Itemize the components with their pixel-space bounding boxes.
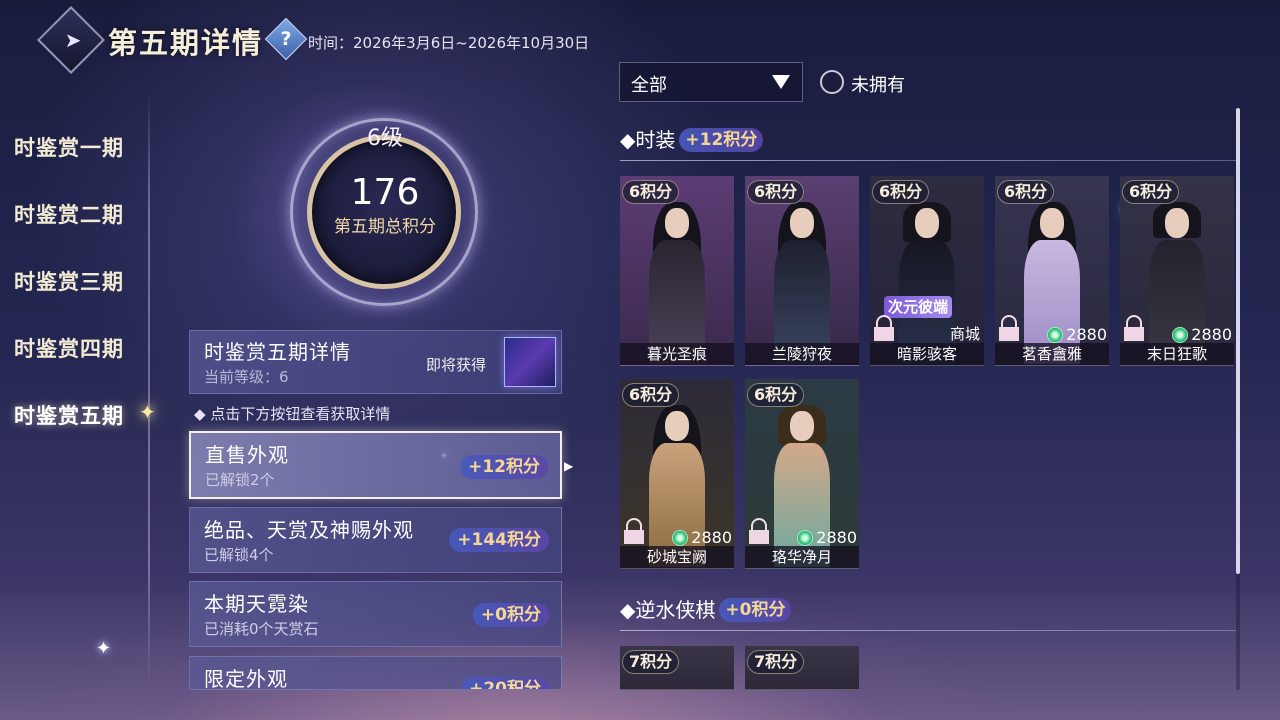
lock-icon bbox=[874, 315, 894, 341]
total-score: 176 bbox=[350, 172, 420, 213]
costume-card[interactable]: 6积分 兰陵狩夜 bbox=[745, 176, 859, 366]
total-score-label: 第五期总积分 bbox=[334, 217, 436, 237]
help-button[interactable]: ? bbox=[264, 17, 308, 61]
option-sub: 已解锁4个 bbox=[204, 546, 274, 564]
card-points: 6积分 bbox=[872, 180, 930, 204]
time-range: 时间：2026年3月6日~2026年10月30日 bbox=[308, 34, 590, 52]
section-title: 逆水侠棋 bbox=[635, 598, 716, 622]
jade-coin-icon bbox=[672, 529, 689, 546]
card-points: 6积分 bbox=[622, 180, 680, 204]
card-price: 2880 bbox=[797, 528, 857, 547]
card-price: 2880 bbox=[672, 528, 732, 547]
card-name: 暗影骇客 bbox=[870, 343, 984, 365]
chevron-down-icon bbox=[772, 75, 790, 89]
option-points: +12积分 bbox=[460, 455, 548, 479]
chess-card[interactable]: 7积分 bbox=[745, 646, 859, 690]
section-title: 时装 bbox=[635, 128, 676, 152]
reward-item-icon[interactable] bbox=[504, 337, 556, 387]
character-portrait bbox=[770, 202, 834, 364]
option-premium[interactable]: 绝品、天赏及神赐外观 已解锁4个 +144积分 bbox=[189, 507, 562, 573]
scrollbar-thumb[interactable] bbox=[1236, 108, 1240, 574]
jade-coin-icon bbox=[1047, 326, 1064, 343]
card-price: 2880 bbox=[1047, 325, 1107, 344]
lock-icon bbox=[749, 518, 769, 544]
card-points: 7积分 bbox=[747, 650, 805, 674]
section-points: +0积分 bbox=[719, 598, 792, 622]
costume-card[interactable]: 6积分 2880 砂城宝阙 bbox=[620, 379, 734, 569]
section-divider bbox=[620, 630, 1236, 631]
costume-card[interactable]: 6积分 2880 珞华净月 bbox=[745, 379, 859, 569]
card-points: 6积分 bbox=[747, 180, 805, 204]
option-limited[interactable]: 限定外观 +20积分 bbox=[189, 656, 562, 690]
section-header-chess: ◆逆水侠棋 +0积分 bbox=[620, 594, 792, 623]
character-portrait bbox=[645, 202, 709, 364]
level-label: 6级 bbox=[367, 126, 403, 151]
option-points: +0积分 bbox=[472, 603, 549, 627]
filter-dropdown[interactable]: 全部 bbox=[619, 62, 803, 102]
price-value: 2880 bbox=[1066, 325, 1107, 344]
section-divider bbox=[620, 160, 1236, 161]
collab-badge: 次元彼端 bbox=[884, 296, 953, 318]
option-title: 直售外观 bbox=[205, 443, 289, 467]
card-points: 6积分 bbox=[1122, 180, 1180, 204]
costume-card[interactable]: 6积分 2880 茗香盦雅 bbox=[995, 176, 1109, 366]
option-dye[interactable]: 本期天霓染 已消耗0个天赏石 +0积分 bbox=[189, 581, 562, 647]
costume-card[interactable]: 6积分 暮光圣痕 bbox=[620, 176, 734, 366]
card-name: 茗香盦雅 bbox=[995, 343, 1109, 365]
section-header-fashion: ◆时装 +12积分 bbox=[620, 124, 764, 153]
card-points: 7积分 bbox=[622, 650, 680, 674]
card-points: 6积分 bbox=[622, 383, 680, 407]
period-detail-title: 时鉴赏五期详情 bbox=[204, 340, 351, 364]
active-star-icon: ✦ bbox=[139, 400, 156, 424]
price-value: 2880 bbox=[816, 528, 857, 547]
jade-coin-icon bbox=[797, 529, 814, 546]
nav-item-period-1[interactable]: 时鉴赏一期 bbox=[14, 132, 124, 162]
lock-icon bbox=[1124, 315, 1144, 341]
card-name: 暮光圣痕 bbox=[620, 343, 734, 365]
card-points: 6积分 bbox=[747, 383, 805, 407]
card-points: 6积分 bbox=[997, 180, 1055, 204]
option-points: +20积分 bbox=[461, 677, 549, 689]
option-title: 本期天霓染 bbox=[204, 592, 309, 616]
option-sub: 已消耗0个天赏石 bbox=[204, 620, 319, 638]
section-points: +12积分 bbox=[679, 128, 764, 152]
filter-selected: 全部 bbox=[631, 75, 667, 96]
card-name: 砂城宝阙 bbox=[620, 546, 734, 568]
chess-card[interactable]: 7积分 bbox=[620, 646, 734, 690]
option-points: +144积分 bbox=[449, 528, 549, 552]
not-owned-label: 未拥有 bbox=[851, 75, 905, 96]
nav-item-period-2[interactable]: 时鉴赏二期 bbox=[14, 199, 124, 229]
page-title: 第五期详情 bbox=[108, 26, 264, 60]
nav-item-period-3[interactable]: 时鉴赏三期 bbox=[14, 266, 124, 296]
costume-card[interactable]: 6积分 2880 末日狂歌 bbox=[1120, 176, 1234, 366]
jade-coin-icon bbox=[1172, 326, 1189, 343]
price-value: 2880 bbox=[691, 528, 732, 547]
price-value: 2880 bbox=[1191, 325, 1232, 344]
option-sub: 已解锁2个 bbox=[205, 471, 275, 489]
back-arrow-icon: ➤ bbox=[64, 28, 82, 52]
option-title: 限定外观 bbox=[204, 667, 288, 690]
costume-card[interactable]: 6积分 次元彼端 商城 暗影骇客 bbox=[870, 176, 984, 366]
card-name: 兰陵狩夜 bbox=[745, 343, 859, 365]
lock-icon bbox=[999, 315, 1019, 341]
option-direct-sale[interactable]: 直售外观 已解锁2个 +12积分 bbox=[189, 431, 562, 499]
nav-item-period-5[interactable]: 时鉴赏五期 bbox=[14, 400, 124, 430]
sparkle-icon: ✦ bbox=[96, 638, 112, 659]
question-icon: ? bbox=[280, 28, 292, 50]
card-shop: 商城 bbox=[949, 325, 980, 343]
selected-arrow-icon: ▶ bbox=[564, 459, 574, 473]
hint-text: ◆ 点击下方按钮查看获取详情 bbox=[194, 405, 391, 423]
not-owned-checkbox[interactable] bbox=[820, 70, 844, 94]
nav-item-period-4[interactable]: 时鉴赏四期 bbox=[14, 333, 124, 363]
card-price: 2880 bbox=[1172, 325, 1232, 344]
card-name: 末日狂歌 bbox=[1120, 343, 1234, 365]
card-name: 珞华净月 bbox=[745, 546, 859, 568]
coming-soon-label: 即将获得 bbox=[426, 356, 487, 374]
current-level: 当前等级：6 bbox=[204, 368, 289, 386]
nav-divider bbox=[148, 88, 150, 688]
lock-icon bbox=[624, 518, 644, 544]
hint-label: 点击下方按钮查看获取详情 bbox=[210, 405, 391, 423]
option-title: 绝品、天赏及神赐外观 bbox=[204, 518, 414, 542]
